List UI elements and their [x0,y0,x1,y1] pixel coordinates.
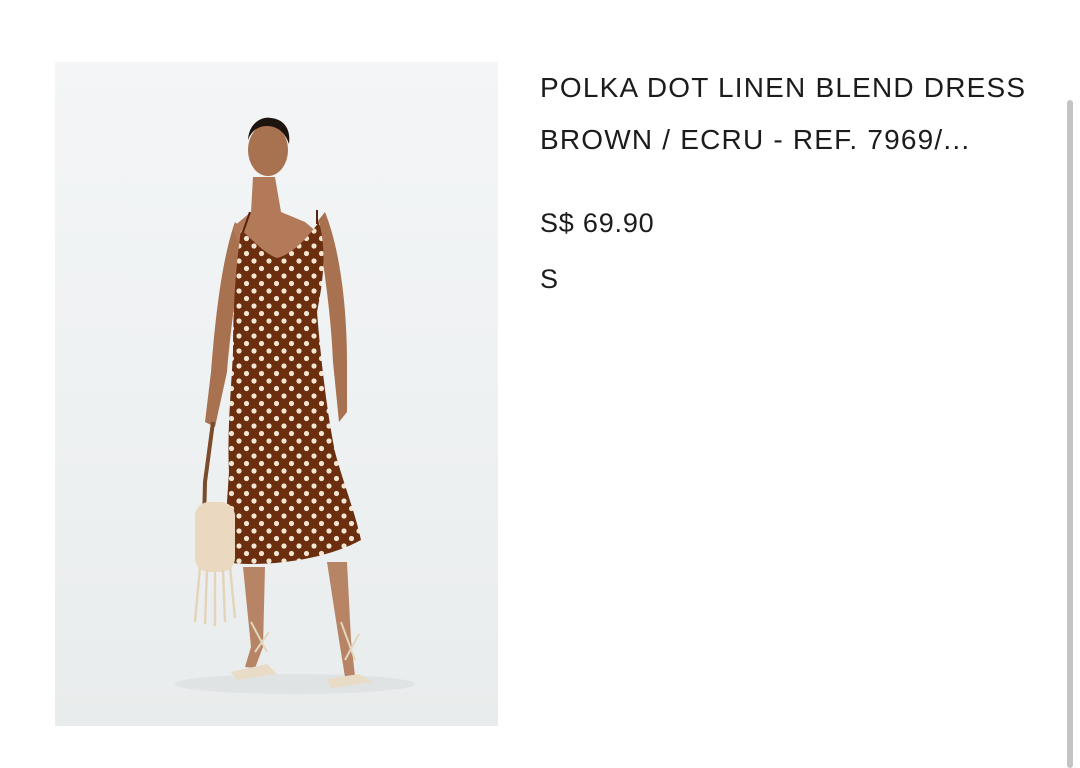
product-info: POLKA DOT LINEN BLEND DRESS BROWN / ECRU… [540,66,1040,296]
product-image[interactable] [55,62,498,726]
scrollbar[interactable] [1066,96,1074,768]
product-size[interactable]: S [540,262,1040,296]
product-page: POLKA DOT LINEN BLEND DRESS BROWN / ECRU… [0,0,1080,768]
product-price: S$ 69.90 [540,208,655,238]
product-colour-reference: BROWN / ECRU - REF. 7969/... [540,124,971,155]
product-title: POLKA DOT LINEN BLEND DRESS [540,72,1027,103]
scrollbar-thumb[interactable] [1067,100,1073,768]
model-illustration [175,117,415,694]
